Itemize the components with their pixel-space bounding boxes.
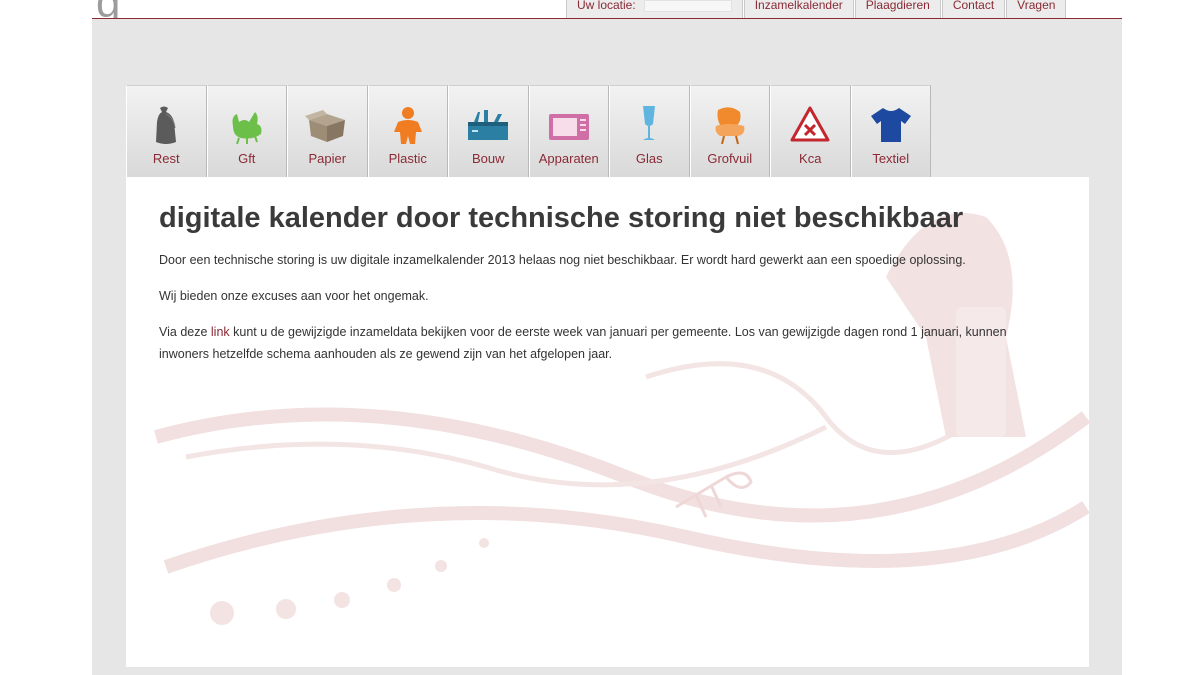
tab-label: Bouw — [471, 151, 505, 166]
cardboard-box-icon — [305, 110, 346, 142]
location-selector[interactable]: Uw locatie: — [566, 0, 743, 18]
nav-plaagdieren[interactable]: Plaagdieren — [854, 0, 941, 18]
location-label: Uw locatie: — [577, 0, 636, 12]
nav-vragen[interactable]: Vragen — [1006, 0, 1067, 18]
toolbox-icon — [468, 110, 509, 140]
green-waste-icon — [232, 112, 262, 145]
tshirt-icon — [870, 108, 911, 142]
trash-bag-icon — [156, 106, 177, 144]
paragraph-apology: Wij bieden onze excuses aan voor het ong… — [159, 289, 429, 303]
tab-label: Grofvuil — [707, 151, 753, 166]
tab-kca[interactable]: Kca — [770, 85, 851, 177]
tab-label: Apparaten — [538, 151, 599, 166]
tab-papier[interactable]: Papier — [287, 85, 368, 177]
category-tabs: Rest Gft Papier Plastic Bouw Apparaten G… — [126, 85, 931, 177]
schedule-link[interactable]: link — [211, 325, 230, 339]
tab-rest[interactable]: Rest — [126, 85, 207, 177]
tab-label: Plastic — [388, 151, 427, 166]
paragraph-text-before: Via deze — [159, 325, 211, 339]
tab-plastic[interactable]: Plastic — [367, 85, 448, 177]
tab-label: Textiel — [872, 151, 910, 166]
tab-textiel[interactable]: Textiel — [850, 85, 931, 177]
glass-icon — [643, 106, 656, 140]
nav-contact[interactable]: Contact — [941, 0, 1006, 18]
top-nav: Uw locatie: Inzamelkalender Plaagdieren … — [566, 0, 1067, 18]
main-content: digitale kalender door technische storin… — [126, 177, 1089, 667]
paragraph-link-info: Via deze link kunt u de gewijzigde inzam… — [159, 321, 1059, 365]
tab-label: Kca — [799, 151, 822, 166]
tab-bouw[interactable]: Bouw — [448, 85, 529, 177]
hazard-triangle-icon — [790, 106, 830, 142]
nav-inzamelkalender[interactable]: Inzamelkalender — [743, 0, 854, 18]
location-input[interactable] — [643, 0, 732, 12]
tab-grofvuil[interactable]: Grofvuil — [689, 85, 770, 177]
plastic-figure-icon — [393, 107, 422, 144]
microwave-icon — [548, 114, 589, 140]
paragraph-intro: Door een technische storing is uw digita… — [159, 253, 966, 267]
site-logo[interactable]: g — [96, 0, 126, 18]
paragraph-text-after: kunt u de gewijzigde inzameldata bekijke… — [159, 325, 1007, 361]
tab-apparaten[interactable]: Apparaten — [528, 85, 609, 177]
tab-label: Papier — [308, 151, 347, 166]
tab-label: Gft — [238, 151, 256, 166]
page-title: digitale kalender door technische storin… — [159, 202, 964, 234]
tab-gft[interactable]: Gft — [206, 85, 287, 177]
article: digitale kalender door technische storin… — [159, 202, 1059, 379]
armchair-icon — [715, 107, 745, 145]
tab-label: Rest — [152, 151, 180, 166]
tab-glas[interactable]: Glas — [609, 85, 690, 177]
tab-label: Glas — [635, 151, 663, 166]
